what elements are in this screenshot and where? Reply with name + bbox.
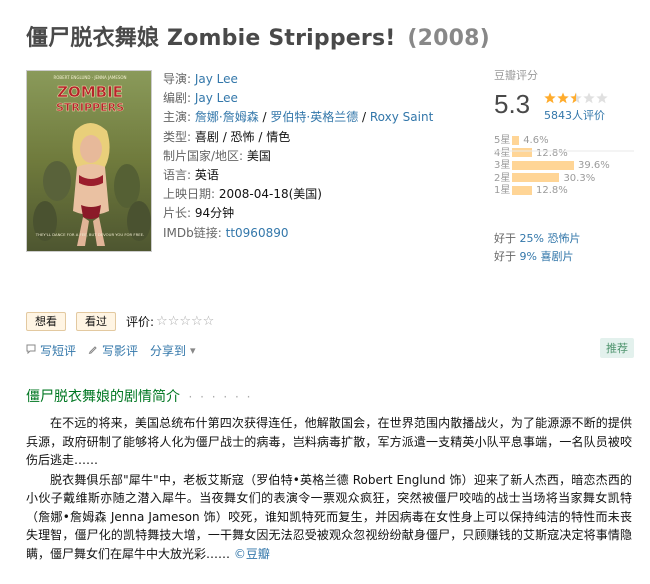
release-value: 2008-04-18(美国) xyxy=(218,187,322,202)
action-bar: 想看 看过 评价: ☆☆☆☆☆ xyxy=(26,312,214,331)
language-label: 语言: xyxy=(163,168,192,183)
synopsis-heading: 僵尸脱衣舞娘的剧情简介 · · · · · · xyxy=(26,386,252,406)
comment-icon xyxy=(26,344,36,357)
rating-dist-percent: 4.6% xyxy=(523,135,549,146)
pencil-icon xyxy=(88,344,98,357)
watched-button[interactable]: 看过 xyxy=(76,312,116,331)
country-value: 美国 xyxy=(246,148,271,163)
rating-score: 5.3 xyxy=(494,89,531,119)
write-review-label: 写影评 xyxy=(102,344,139,358)
director-link[interactable]: Jay Lee xyxy=(195,72,238,86)
rate-label: 评价: xyxy=(126,315,155,329)
rate-stars-input[interactable]: ☆☆☆☆☆ xyxy=(156,314,214,329)
share-to-dropdown[interactable]: 分享到 ▾ xyxy=(150,342,200,359)
rating-star-1 xyxy=(544,92,556,104)
better-prefix-1: 好于 xyxy=(494,232,516,245)
write-short-review-label: 写短评 xyxy=(40,344,77,358)
rating-dist-row: 3星 39.6% xyxy=(494,160,634,172)
runtime-row: 片长: 94分钟 xyxy=(163,204,463,223)
writer-link[interactable]: Jay Lee xyxy=(195,91,238,105)
rating-dist-bar xyxy=(512,185,533,195)
imdb-row: IMDb链接: tt0960890 xyxy=(163,224,463,243)
movie-year: (2008) xyxy=(407,26,490,51)
poster-image: ROBERT ENGLUND · JENNA JAMESON ZOMBIE ST… xyxy=(27,71,151,251)
release-label: 上映日期: xyxy=(163,187,216,202)
rating-dist-row: 1星 12.8% xyxy=(494,185,634,197)
better-than-2: 好于 9% 喜剧片 xyxy=(494,248,580,266)
rating-count-link[interactable]: 5843人评价 xyxy=(544,107,605,123)
writer-label: 编剧: xyxy=(163,91,192,106)
language-row: 语言: 英语 xyxy=(163,166,463,185)
imdb-label: IMDb链接: xyxy=(163,225,222,240)
rating-panel: 豆瓣评分 5.3 5843人评价 5星 4.6% 4星 12.8% 3星 39.6% 2星 3… xyxy=(494,67,634,263)
cast-row: 主演: 詹娜·詹姆森 / 罗伯特·英格兰德 / Roxy Saint xyxy=(163,110,434,125)
better-link-2[interactable]: 9% 喜剧片 xyxy=(520,250,574,263)
rating-dist-label: 5星 xyxy=(494,135,511,146)
rating-dist-bar xyxy=(512,135,520,145)
share-bar: 写短评 写影评 分享到 ▾ xyxy=(26,342,212,359)
synopsis-body: 在不远的将来，美国总统布什第四次获得连任，他解散国会，在世界范围内散播战火，为了… xyxy=(26,414,632,564)
runtime-value: 94分钟 xyxy=(194,206,235,221)
poster-title-1: ZOMBIE xyxy=(57,83,123,101)
synopsis-title: 僵尸脱衣舞娘的剧情简介 xyxy=(26,389,180,405)
poster-credit: ROBERT ENGLUND · JENNA JAMESON xyxy=(53,75,126,80)
want-to-watch-button[interactable]: 想看 xyxy=(26,312,66,331)
synopsis-paragraph-2-text: 脱衣舞俱乐部"犀牛"中，老板艾斯寇（罗伯特•英格兰德 Robert Englun… xyxy=(26,472,632,561)
rating-divider xyxy=(494,150,634,152)
poster-title-2: STRIPPERS xyxy=(56,101,124,114)
rating-dist-bar xyxy=(512,173,560,182)
release-row: 上映日期: 2008-04-18(美国) xyxy=(163,185,463,204)
synopsis-dots: · · · · · · xyxy=(188,390,253,404)
rating-dist-label: 2星 xyxy=(494,172,511,184)
writer-row: 编剧: Jay Lee xyxy=(163,89,463,108)
rating-distribution: 5星 4.6% 4星 12.8% 3星 39.6% 2星 30.3% 1星 12.8% xyxy=(494,135,634,198)
movie-info: 导演: Jay Lee 编剧: Jay Lee 主演: 詹娜·詹姆森 / 罗伯特… xyxy=(163,70,463,243)
rating-dist-percent: 39.6% xyxy=(578,160,610,171)
rating-dist-label: 1星 xyxy=(494,185,511,196)
recommend-button[interactable]: 推荐 xyxy=(600,338,634,358)
country-label: 制片国家/地区: xyxy=(163,148,244,163)
star-rating-icon xyxy=(544,92,608,104)
douban-source-link[interactable]: ©豆瓣 xyxy=(234,547,270,561)
rating-dist-row: 2星 30.3% xyxy=(494,173,634,185)
rating-dist-row: 5星 4.6% xyxy=(494,135,634,147)
rating-dist-percent: 30.3% xyxy=(563,172,596,184)
rating-dist-percent: 12.8% xyxy=(536,185,568,196)
rating-star-2 xyxy=(557,92,569,104)
write-short-review-link[interactable]: 写短评 xyxy=(26,342,76,359)
imdb-link[interactable]: tt0960890 xyxy=(226,226,289,240)
genre-row: 类型: 喜剧 / 恐怖 / 情色 xyxy=(163,128,463,147)
page-title: 僵尸脱衣舞娘 Zombie Strippers! (2008) xyxy=(26,20,626,52)
rating-stars xyxy=(544,91,614,108)
rating-dist-bar xyxy=(512,160,574,170)
cast-link-1[interactable]: 詹娜·詹姆森 xyxy=(195,110,259,124)
director-label: 导演: xyxy=(163,72,192,86)
movie-poster[interactable]: ROBERT ENGLUND · JENNA JAMESON ZOMBIE ST… xyxy=(26,70,152,252)
chevron-down-icon: ▾ xyxy=(190,344,196,357)
write-review-link[interactable]: 写影评 xyxy=(88,342,138,359)
cast-link-3[interactable]: Roxy Saint xyxy=(370,110,433,124)
cast-link-2[interactable]: 罗伯特·英格兰德 xyxy=(270,110,358,124)
share-to-label: 分享到 xyxy=(150,344,187,358)
movie-title: 僵尸脱衣舞娘 Zombie Strippers! xyxy=(26,26,396,51)
country-row: 制片国家/地区: 美国 xyxy=(163,147,463,166)
rating-label: 豆瓣评分 xyxy=(494,69,538,82)
rating-star-5 xyxy=(596,92,608,104)
language-value: 英语 xyxy=(194,168,219,183)
director-row: 导演: Jay Lee xyxy=(163,70,463,89)
synopsis-paragraph-2: 脱衣舞俱乐部"犀牛"中，老板艾斯寇（罗伯特•英格兰德 Robert Englun… xyxy=(26,471,632,564)
better-than: 好于 25% 恐怖片 好于 9% 喜剧片 xyxy=(494,230,580,266)
rating-star-4 xyxy=(583,92,595,104)
better-than-1: 好于 25% 恐怖片 xyxy=(494,230,580,248)
genre-value: 喜剧 / 恐怖 / 情色 xyxy=(194,129,291,144)
better-link-1[interactable]: 25% 恐怖片 xyxy=(520,232,581,245)
genre-label: 类型: xyxy=(163,129,192,144)
runtime-label: 片长: xyxy=(163,206,192,221)
better-prefix-2: 好于 xyxy=(494,250,516,263)
rating-dist-label: 3星 xyxy=(494,160,511,171)
rating-star-3 xyxy=(570,92,582,104)
cast-label: 主演: xyxy=(163,110,192,125)
poster-tagline: THEY'LL DANCE FOR A FEE, BUT DEVOUR YOU … xyxy=(35,232,144,237)
synopsis-paragraph-1: 在不远的将来，美国总统布什第四次获得连任，他解散国会，在世界范围内散播战火，为了… xyxy=(26,416,632,467)
